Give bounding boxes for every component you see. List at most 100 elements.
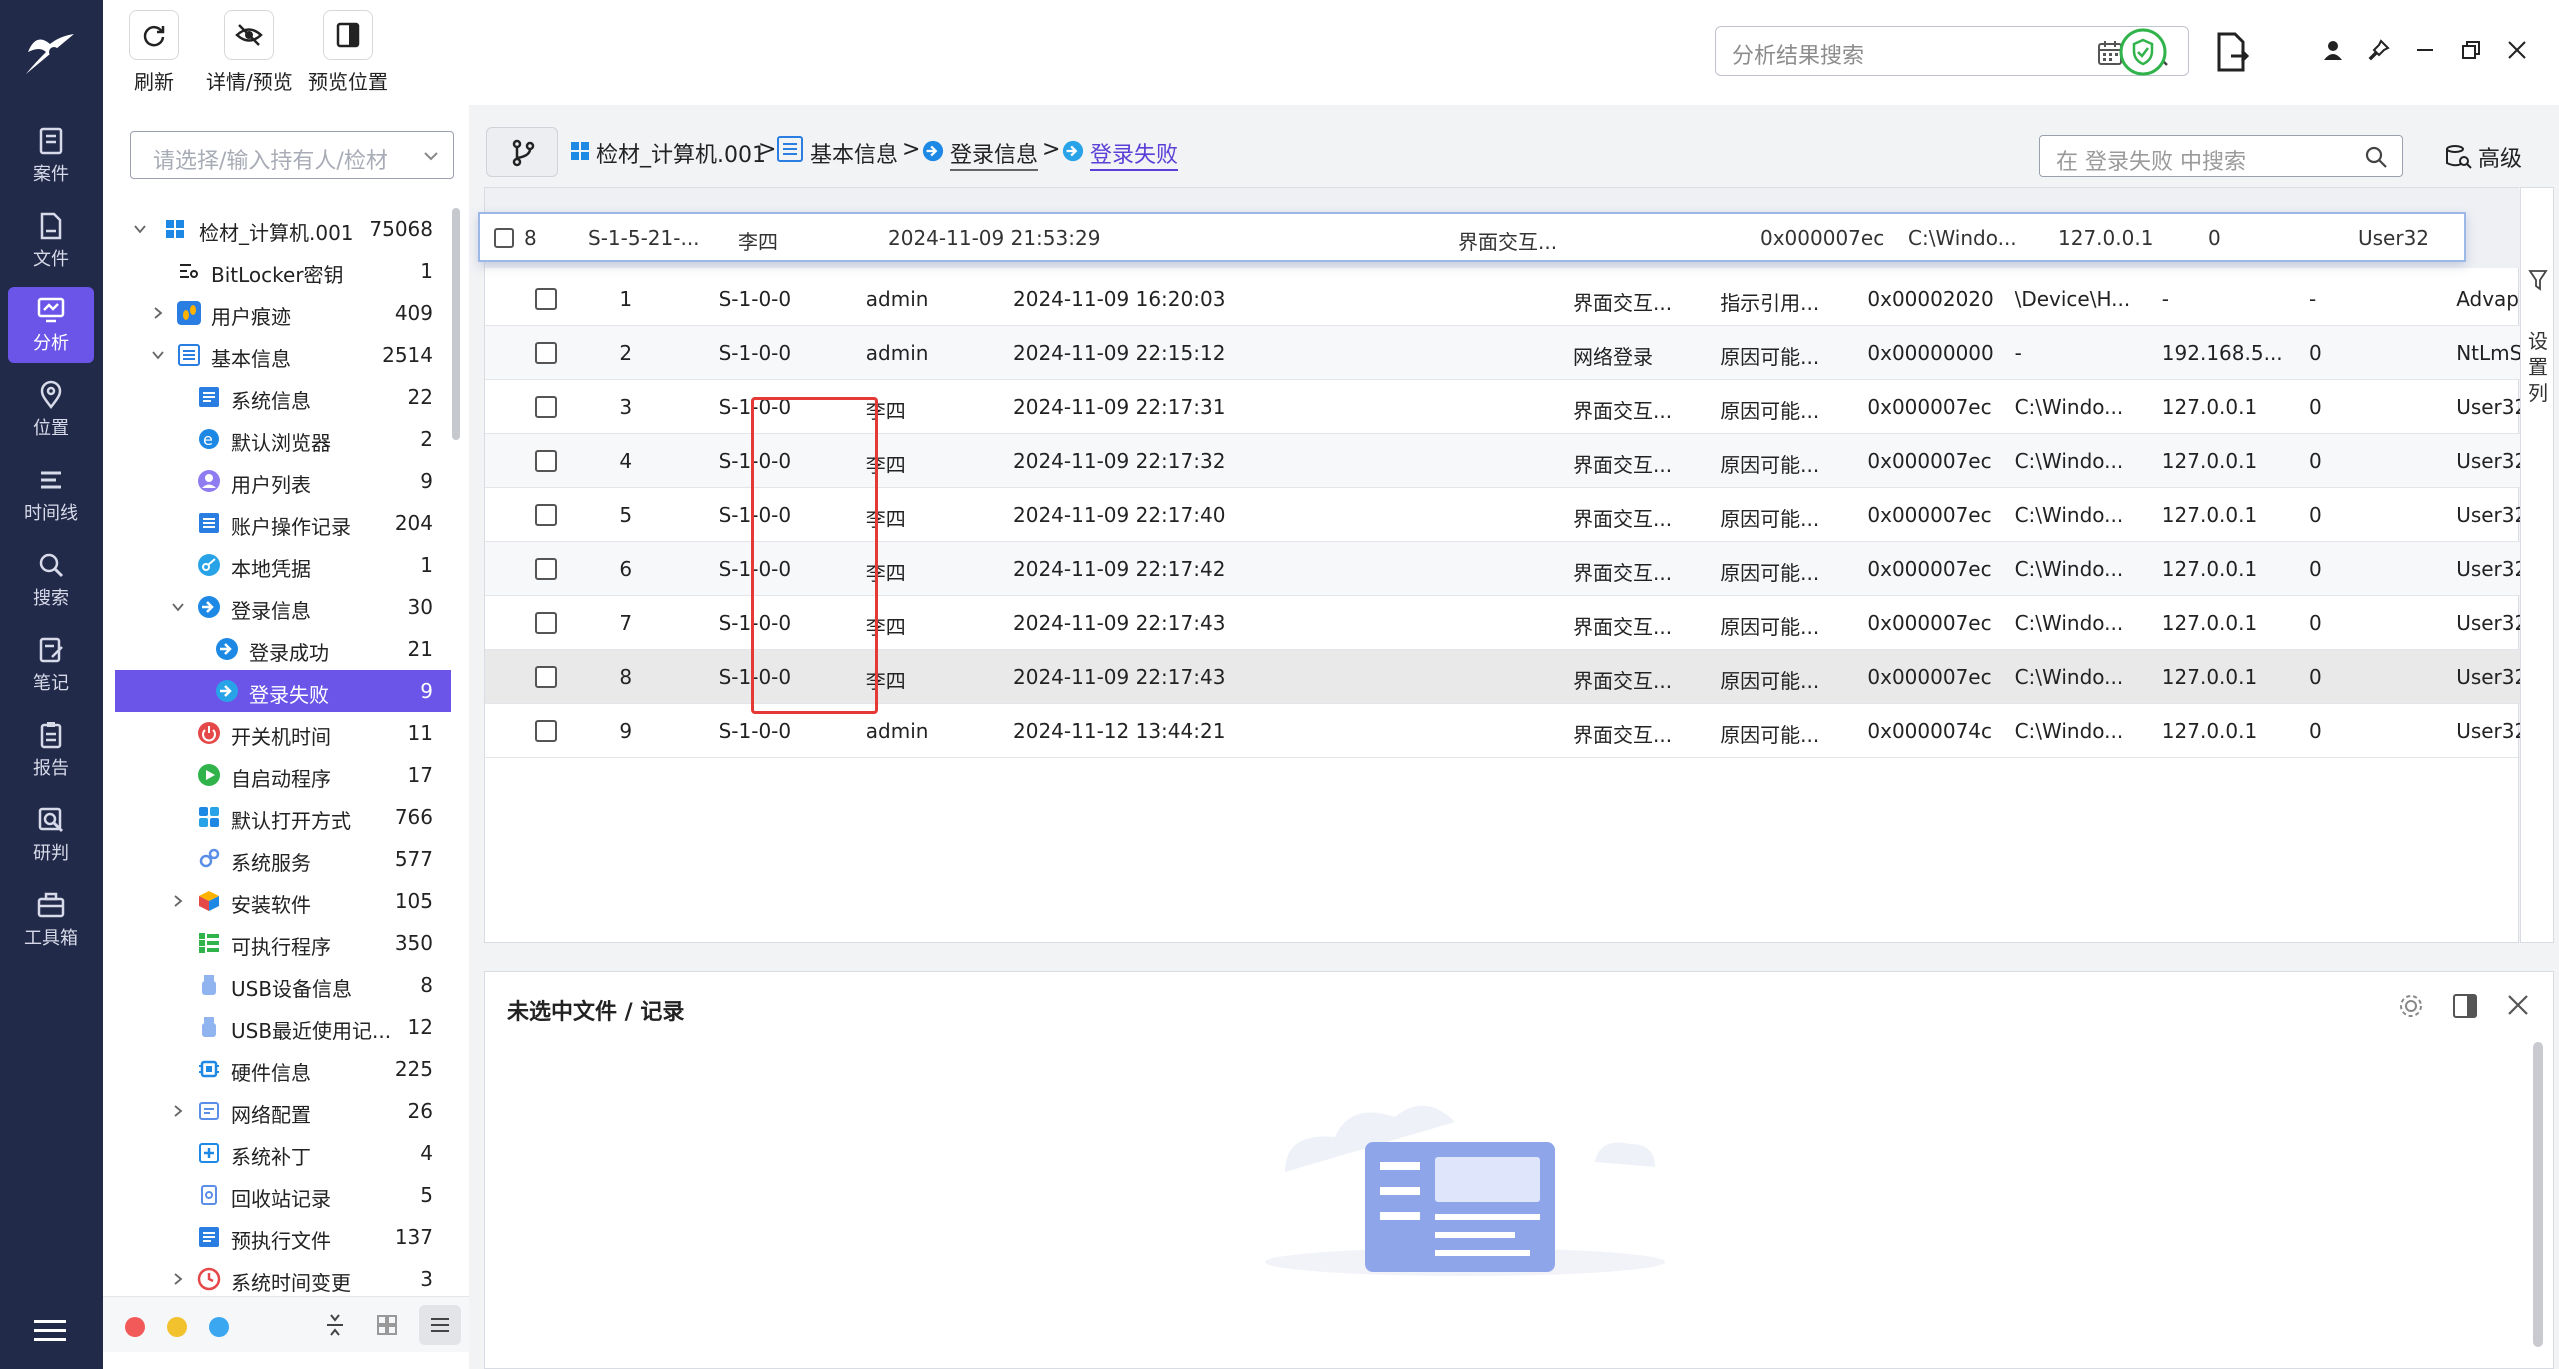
row-checkbox[interactable] xyxy=(535,288,557,310)
row-checkbox[interactable] xyxy=(535,720,557,742)
tree-item-autostart[interactable]: 自启动程序 17 xyxy=(115,754,451,796)
dragged-row-overlay[interactable]: 8 S-1-5-21-... 李四 2024-11-09 21:53:29 界面… xyxy=(478,212,2466,262)
row-login-type: 界面交互... xyxy=(1573,507,1673,531)
row-process: \Device\H... xyxy=(2014,287,2131,311)
tree-item-prefetch[interactable]: 预执行文件 137 xyxy=(115,1216,451,1258)
close-window-icon[interactable] xyxy=(2505,38,2529,62)
detail-panel: 未选中文件 / 记录 xyxy=(484,971,2554,1369)
nav-item-report[interactable]: 报告 xyxy=(8,712,94,788)
breadcrumb-evidence[interactable]: 检材_计算机.001 xyxy=(596,137,766,169)
nav-item-judge[interactable]: 研判 xyxy=(8,797,94,873)
nav-item-timeline[interactable]: 时间线 xyxy=(8,457,94,533)
settings-gear-icon[interactable] xyxy=(2397,992,2425,1020)
tree-item-user-traces[interactable]: 用户痕迹 409 xyxy=(115,292,451,334)
tree-scrollbar[interactable] xyxy=(452,208,460,440)
tree-count: 17 xyxy=(407,763,433,787)
tree-item-executables[interactable]: 可执行程序 350 xyxy=(115,922,451,964)
table-row[interactable]: 2 S-1-0-0 admin 2024-11-09 22:15:12 网络登录 原因可能… xyxy=(485,326,2545,380)
apps-grid-icon xyxy=(199,807,219,827)
collapse-icon[interactable] xyxy=(323,1311,347,1339)
row-checkbox[interactable] xyxy=(535,342,557,364)
nav-item-location[interactable]: 位置 xyxy=(8,372,94,448)
tree-item-network-config[interactable]: 网络配置 26 xyxy=(115,1090,451,1132)
tree-item-bitlocker[interactable]: BitLocker密钥 1 xyxy=(115,250,451,292)
user-icon[interactable] xyxy=(2321,38,2345,62)
detail-preview-button[interactable]: 详情/预览 xyxy=(206,10,293,95)
tree-item-installed-software[interactable]: 安装软件 105 xyxy=(115,880,451,922)
restore-icon[interactable] xyxy=(2459,38,2483,62)
tree-item-local-credentials[interactable]: 本地凭据 1 xyxy=(115,544,451,586)
preview-position-button[interactable]: 预览位置 xyxy=(308,10,388,95)
yellow-dot-icon[interactable] xyxy=(167,1317,187,1337)
tree-item-usb-recent[interactable]: USB最近使用记... 12 xyxy=(115,1006,451,1048)
location-icon xyxy=(40,380,62,410)
grid-view-icon[interactable] xyxy=(375,1313,399,1337)
tree-item-evidence[interactable]: 检材_计算机.001 75068 xyxy=(115,208,451,250)
row-login-type: 界面交互... xyxy=(1573,615,1673,639)
tree-item-system-info[interactable]: 系统信息 22 xyxy=(115,376,451,418)
analysis-search-box[interactable]: 分析结果搜索 xyxy=(1715,26,2189,76)
tree-item-login-failed[interactable]: 登录失败 9 xyxy=(115,670,451,712)
breadcrumb-login-failed[interactable]: 登录失败 xyxy=(1090,137,1179,171)
row-checkbox[interactable] xyxy=(535,612,557,634)
shield-check-icon[interactable] xyxy=(2119,28,2167,76)
search-icon[interactable] xyxy=(2364,145,2388,169)
close-panel-icon[interactable] xyxy=(2505,992,2531,1018)
holder-select-input[interactable]: 请选择/输入持有人/检材 xyxy=(130,131,454,179)
row-checkbox[interactable] xyxy=(535,396,557,418)
list-view-button[interactable] xyxy=(419,1305,461,1345)
tree-item-login-info[interactable]: 登录信息 30 xyxy=(115,586,451,628)
minimize-icon[interactable] xyxy=(2413,38,2437,62)
filter-icon[interactable] xyxy=(2528,268,2548,292)
row-checkbox[interactable] xyxy=(535,558,557,580)
refresh-button[interactable]: 刷新 xyxy=(129,10,179,95)
tree-item-usb-devices[interactable]: USB设备信息 8 xyxy=(115,964,451,1006)
footprint-icon xyxy=(177,301,201,325)
advanced-search-button[interactable]: 高级 xyxy=(2444,141,2522,173)
nav-item-case[interactable]: 案件 xyxy=(8,118,94,194)
nav-item-file[interactable]: 文件 xyxy=(8,203,94,279)
tree-item-basic-info[interactable]: 基本信息 2514 xyxy=(115,334,451,376)
tree-item-user-list[interactable]: 用户列表 9 xyxy=(115,460,451,502)
hamburger-menu-icon[interactable] xyxy=(34,1320,66,1342)
svg-text:e: e xyxy=(203,430,213,449)
tree-item-account-ops[interactable]: 账户操作记录 204 xyxy=(115,502,451,544)
network-icon xyxy=(199,1102,219,1120)
column-settings-tab[interactable]: 设置列 xyxy=(2520,187,2554,943)
breadcrumb-basic-info[interactable]: 基本信息 xyxy=(810,137,898,169)
judge-icon xyxy=(38,807,64,833)
pin-icon[interactable] xyxy=(2367,38,2391,62)
branch-icon xyxy=(512,139,535,167)
list-search-input[interactable]: 在 登录失败 中搜索 xyxy=(2039,135,2403,177)
tree-item-recycle-bin[interactable]: 回收站记录 5 xyxy=(115,1174,451,1216)
nav-item-analysis[interactable]: 分析 xyxy=(8,287,94,363)
row-checkbox[interactable] xyxy=(535,666,557,688)
blue-dot-icon[interactable] xyxy=(209,1317,229,1337)
nav-item-note[interactable]: 笔记 xyxy=(8,627,94,703)
row-checkbox[interactable] xyxy=(535,450,557,472)
row-reason: 原因可能... xyxy=(1720,507,1820,531)
tree-item-hardware[interactable]: 硬件信息 225 xyxy=(115,1048,451,1090)
row-checkbox[interactable] xyxy=(494,228,514,248)
tree-label: 默认浏览器 xyxy=(231,431,331,455)
nav-item-toolbox[interactable]: 工具箱 xyxy=(8,882,94,958)
nav-item-search[interactable]: 搜索 xyxy=(8,542,94,618)
tree-item-system-patch[interactable]: 系统补丁 4 xyxy=(115,1132,451,1174)
row-reason: 原因可能... xyxy=(1720,723,1820,747)
branch-button[interactable] xyxy=(486,127,558,177)
row-checkbox[interactable] xyxy=(535,504,557,526)
panel-right-icon[interactable] xyxy=(2451,992,2479,1020)
tree-item-time-change[interactable]: 系统时间变更 3 xyxy=(115,1258,451,1300)
tree-label: USB最近使用记... xyxy=(231,1019,392,1043)
table-row[interactable]: 1 S-1-0-0 admin 2024-11-09 16:20:03 界面交互... 指… xyxy=(485,272,2525,326)
red-dot-icon[interactable] xyxy=(125,1317,145,1337)
tree-item-default-browser[interactable]: e 默认浏览器 2 xyxy=(115,418,451,460)
detail-scrollbar[interactable] xyxy=(2533,1042,2543,1347)
tree-item-default-open[interactable]: 默认打开方式 766 xyxy=(115,796,451,838)
row-index: 7 xyxy=(619,611,633,635)
tree-item-login-success[interactable]: 登录成功 21 xyxy=(115,628,451,670)
export-file-icon[interactable] xyxy=(2207,28,2255,76)
tree-item-power-time[interactable]: 开关机时间 11 xyxy=(115,712,451,754)
breadcrumb-login-info[interactable]: 登录信息 xyxy=(950,137,1039,171)
tree-item-system-service[interactable]: 系统服务 577 xyxy=(115,838,451,880)
